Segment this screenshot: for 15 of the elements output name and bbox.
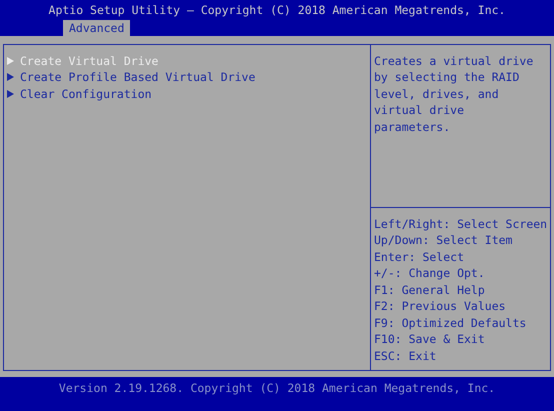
help-description: Creates a virtual drive by selecting the RAID level, drives, and virtual drive parameters. [374,52,534,135]
key-hint: F10: Save & Exit [374,331,486,348]
menu-item[interactable]: Create Profile Based Virtual Drive [7,69,370,86]
key-hint: +/-: Change Opt. [374,265,486,282]
version-text: Version 2.19.1268. Copyright (C) 2018 American Megatrends, Inc. [58,380,496,396]
key-hint: Enter: Select [374,248,466,265]
key-hint: F1: General Help [374,282,486,298]
tab[interactable]: Advanced [63,20,130,36]
key-hint: Left/Right: Select Screen [374,216,548,232]
menu-item[interactable]: Clear Configuration [7,86,370,102]
key-hint: F2: Previous Values [374,298,507,314]
key-hint: ESC: Exit [374,348,438,364]
key-hint: Up/Down: Select Item [374,232,514,248]
window-title: Aptio Setup Utility – Copyright (C) 2018 American Megatrends, Inc. [48,2,506,18]
key-hint: F9: Optimized Defaults [374,314,528,331]
